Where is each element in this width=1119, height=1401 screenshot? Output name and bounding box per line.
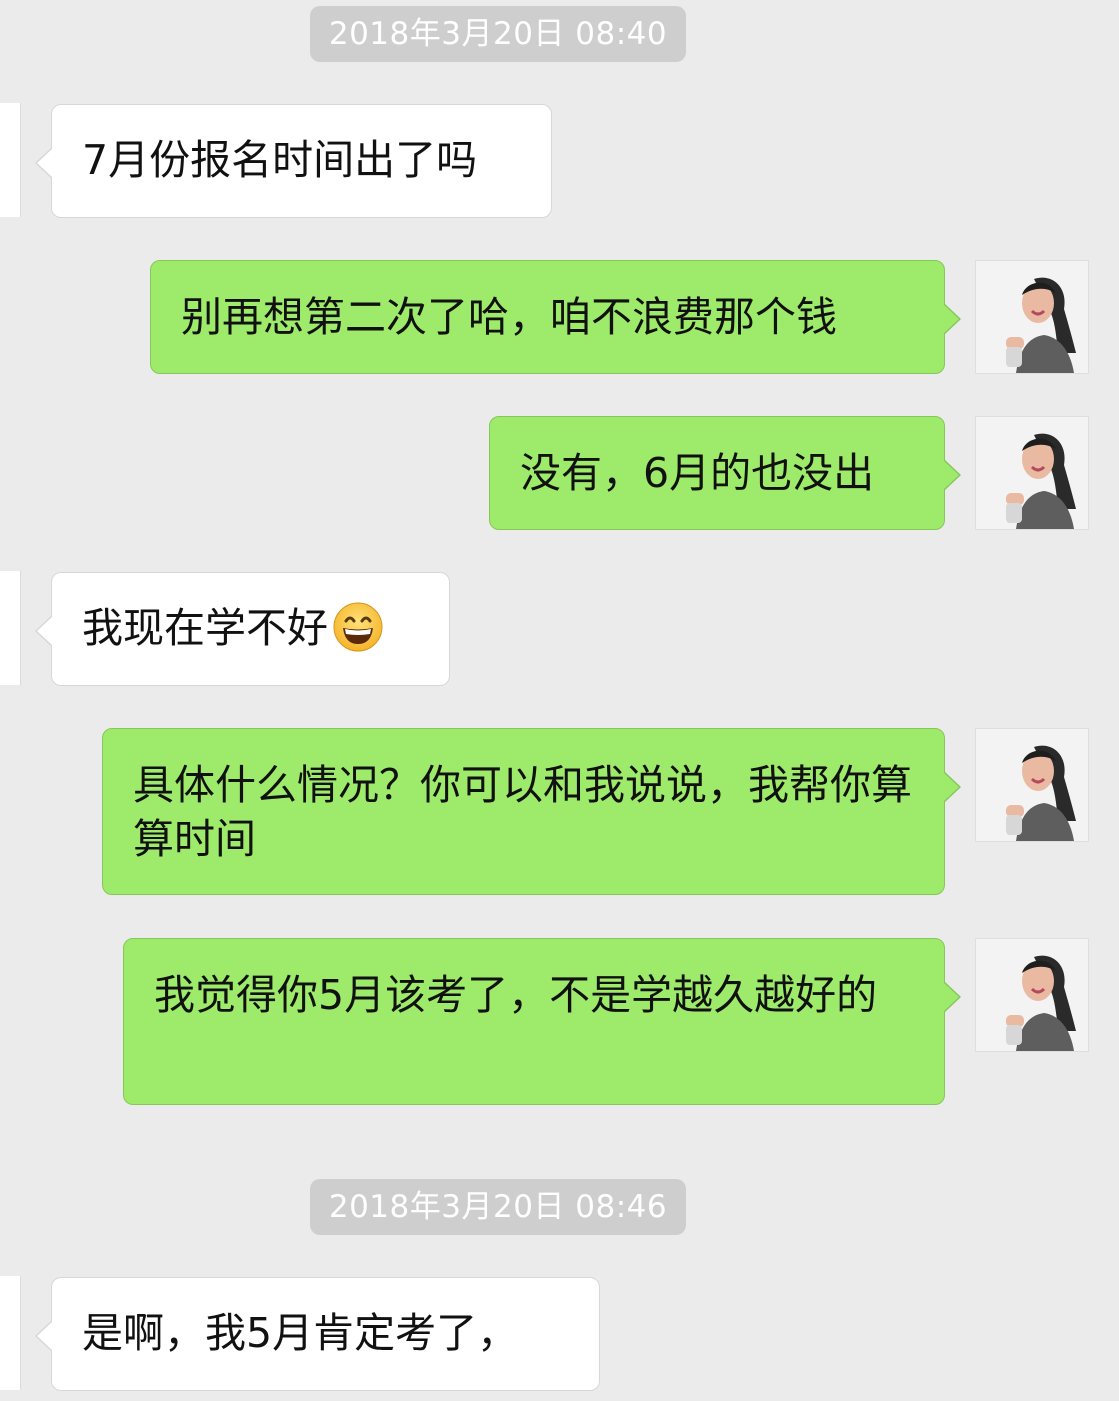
avatar-photo-icon <box>976 261 1088 373</box>
sender-avatar-edge[interactable] <box>0 103 21 217</box>
sender-avatar-edge[interactable] <box>0 1276 21 1390</box>
incoming-message-bubble[interactable]: 是啊，我5月肯定考了， <box>35 1277 600 1391</box>
outgoing-message-bubble[interactable]: 没有，6月的也没出 <box>489 416 961 530</box>
avatar[interactable] <box>975 938 1089 1052</box>
message-text: 别再想第二次了哈，咱不浪费那个钱 <box>181 293 837 341</box>
incoming-message-bubble[interactable]: 我现在学不好 <box>35 572 450 686</box>
message-text: 具体什么情况？你可以和我说说，我帮你算算时间 <box>133 761 912 863</box>
avatar[interactable] <box>975 728 1089 842</box>
message-text: 没有，6月的也没出 <box>520 449 875 497</box>
outgoing-message-bubble[interactable]: 别再想第二次了哈，咱不浪费那个钱 <box>150 260 961 374</box>
avatar-photo-icon <box>976 729 1088 841</box>
message-text: 我觉得你5月该考了，不是学越久越好的 <box>154 971 878 1019</box>
outgoing-message-bubble[interactable]: 我觉得你5月该考了，不是学越久越好的 <box>123 938 961 1105</box>
message-text: 是啊，我5月肯定考了， <box>82 1309 519 1357</box>
avatar-photo-icon <box>976 939 1088 1051</box>
avatar[interactable] <box>975 416 1089 530</box>
avatar-photo-icon <box>976 417 1088 529</box>
timestamp: 2018年3月20日 08:46 <box>310 1179 686 1235</box>
grinning-face-emoji-icon <box>333 602 383 652</box>
message-text: 7月份报名时间出了吗 <box>82 136 478 184</box>
outgoing-message-bubble[interactable]: 具体什么情况？你可以和我说说，我帮你算算时间 <box>102 728 961 895</box>
timestamp: 2018年3月20日 08:40 <box>310 6 686 62</box>
sender-avatar-edge[interactable] <box>0 571 21 685</box>
avatar[interactable] <box>975 260 1089 374</box>
incoming-message-bubble[interactable]: 7月份报名时间出了吗 <box>35 104 552 218</box>
message-text: 我现在学不好 <box>82 604 328 652</box>
